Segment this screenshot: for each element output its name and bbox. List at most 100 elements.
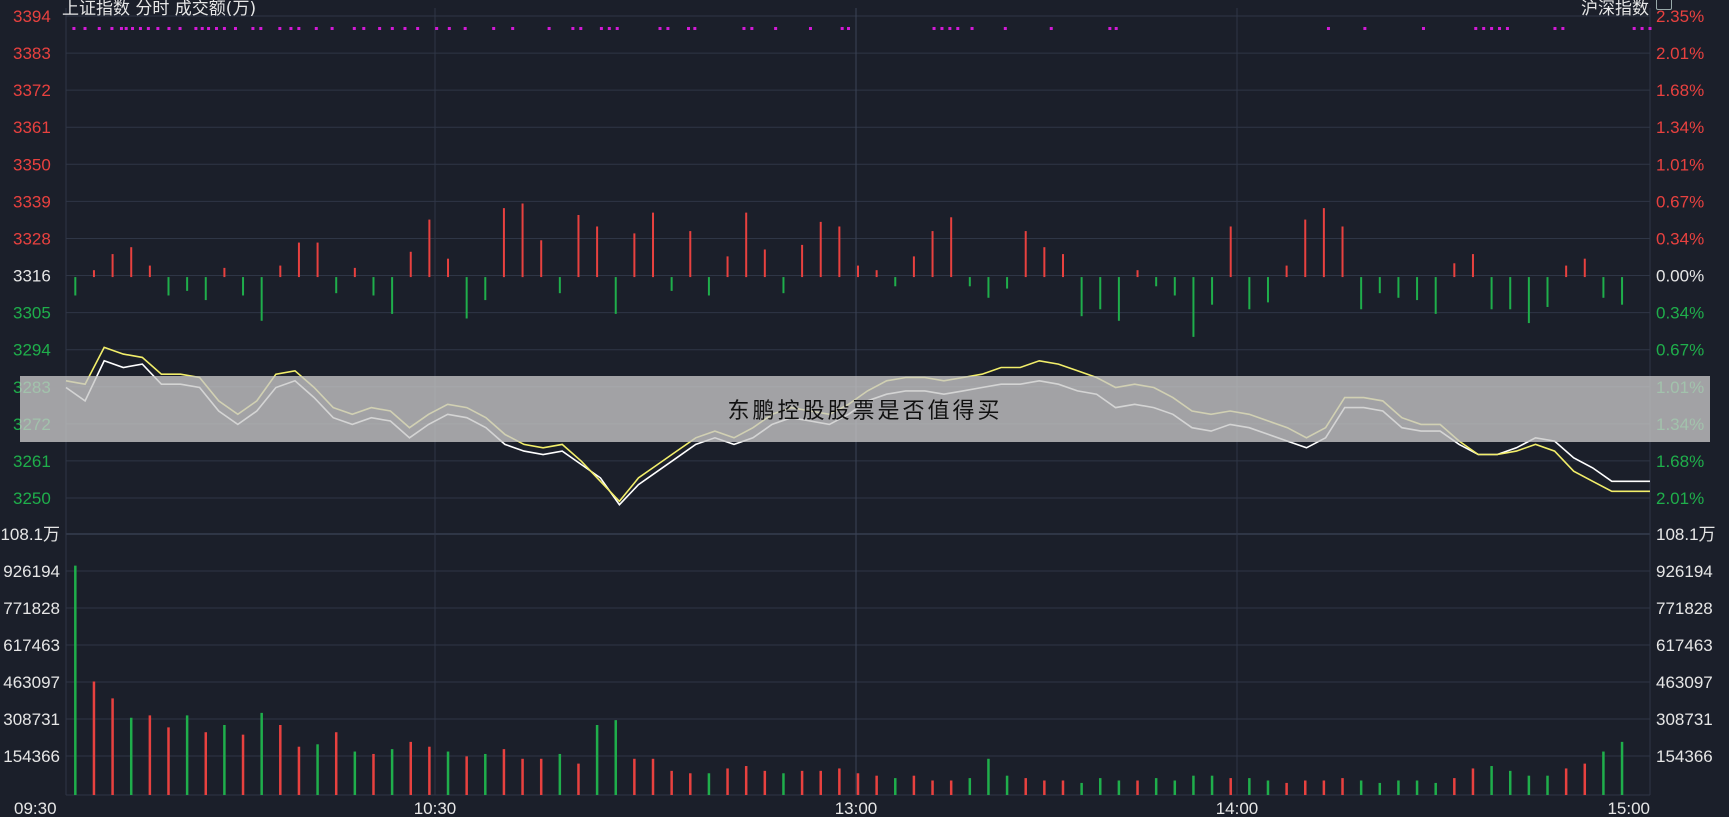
y-left-tick: 3305	[13, 304, 51, 323]
vol-left-tick: 108.1万	[0, 525, 60, 544]
signal-dot	[156, 27, 160, 30]
signal-dot	[435, 27, 439, 30]
vol-right-tick: 108.1万	[1656, 525, 1716, 544]
signal-dot	[940, 27, 944, 30]
volume-ratio-bars	[74, 203, 1624, 337]
signal-dot	[259, 27, 263, 30]
vol-left-tick: 926194	[3, 562, 60, 581]
signal-dot	[846, 27, 850, 30]
signal-dot	[330, 27, 334, 30]
signal-dots	[72, 27, 1652, 30]
watermark-text: 东鹏控股股票是否值得买	[727, 399, 1003, 424]
signal-dot	[1421, 27, 1425, 30]
y-right-tick: 0.34%	[1656, 304, 1704, 323]
signal-dot	[511, 27, 515, 30]
chart-header-left: 上证指数 分时 成交额(万)	[62, 0, 257, 19]
signal-dot	[1482, 27, 1486, 30]
vol-left-tick: 771828	[3, 599, 60, 618]
signal-dot	[1363, 27, 1367, 30]
signal-dot	[97, 27, 101, 30]
y-right-tick: 0.34%	[1656, 229, 1704, 248]
signal-dot	[1108, 27, 1112, 30]
signal-dot	[1553, 27, 1557, 30]
signal-dot	[222, 27, 226, 30]
signal-dot	[314, 27, 318, 30]
signal-dot	[200, 27, 204, 30]
signal-dot	[72, 27, 76, 30]
signal-dot	[362, 27, 366, 30]
signal-dot	[750, 27, 754, 30]
y-left-tick: 3361	[13, 118, 51, 137]
signal-dot	[416, 27, 420, 30]
signal-dot	[1505, 27, 1509, 30]
y-left-tick: 3250	[13, 489, 51, 508]
signal-dot	[378, 27, 382, 30]
signal-dot	[297, 27, 301, 30]
signal-dot	[131, 27, 135, 30]
signal-dot	[547, 27, 551, 30]
y-left-tick: 3339	[13, 192, 51, 211]
signal-dot	[970, 27, 974, 30]
vol-left-tick: 463097	[3, 673, 60, 692]
y-right-tick: 0.67%	[1656, 192, 1704, 211]
signal-dot	[932, 27, 936, 30]
vol-right-tick: 771828	[1656, 599, 1713, 618]
vol-left-tick: 617463	[3, 636, 60, 655]
y-left-tick: 3328	[13, 229, 51, 248]
signal-dot	[403, 27, 407, 30]
volume-bars	[74, 565, 1624, 795]
index-menu-icon[interactable]	[1656, 0, 1672, 10]
signal-dot	[808, 27, 812, 30]
signal-dot	[687, 27, 691, 30]
y-right-tick: 1.34%	[1656, 118, 1704, 137]
chart-header-right[interactable]: 沪深指数	[1581, 0, 1649, 19]
x-tick: 09:30	[14, 799, 57, 817]
y-left-tick: 3372	[13, 81, 51, 100]
y-left-tick: 3350	[13, 155, 51, 174]
signal-dot	[463, 27, 467, 30]
signal-dot	[693, 27, 697, 30]
signal-dot	[1003, 27, 1007, 30]
signal-dot	[607, 27, 611, 30]
x-tick: 14:00	[1216, 799, 1259, 817]
signal-dot	[207, 27, 211, 30]
signal-dot	[666, 27, 670, 30]
signal-dot	[194, 27, 198, 30]
signal-dot	[1632, 27, 1636, 30]
signal-dot	[599, 27, 603, 30]
watermark-banner: 东鹏控股股票是否值得买	[20, 376, 1710, 442]
signal-dot	[1114, 27, 1118, 30]
y-left-tick: 3394	[13, 7, 51, 26]
signal-dot	[167, 27, 171, 30]
signal-dot	[742, 27, 746, 30]
y-right-tick: 2.01%	[1656, 44, 1704, 63]
vol-right-tick: 154366	[1656, 747, 1713, 766]
signal-dot	[119, 27, 123, 30]
y-right-tick: 0.00%	[1656, 267, 1704, 286]
signal-dot	[840, 27, 844, 30]
signal-dot	[615, 27, 619, 30]
signal-dot	[948, 27, 952, 30]
signal-dot	[146, 27, 150, 30]
x-tick: 13:00	[835, 799, 878, 817]
signal-dot	[233, 27, 237, 30]
vol-right-tick: 926194	[1656, 562, 1713, 581]
signal-dot	[1561, 27, 1565, 30]
vol-left-tick: 308731	[3, 710, 60, 729]
signal-dot	[1490, 27, 1494, 30]
signal-dot	[352, 27, 356, 30]
signal-dot	[390, 27, 394, 30]
signal-dot	[492, 27, 496, 30]
signal-dot	[1648, 27, 1652, 30]
y-right-tick: 1.01%	[1656, 155, 1704, 174]
signal-dot	[214, 27, 218, 30]
signal-dot	[1326, 27, 1330, 30]
signal-dot	[1498, 27, 1502, 30]
vol-right-tick: 617463	[1656, 636, 1713, 655]
vol-right-tick: 463097	[1656, 673, 1713, 692]
vol-right-tick: 308731	[1656, 710, 1713, 729]
signal-dot	[83, 27, 87, 30]
y-right-tick: 2.01%	[1656, 489, 1704, 508]
signal-dot	[124, 27, 128, 30]
signal-dot	[138, 27, 142, 30]
